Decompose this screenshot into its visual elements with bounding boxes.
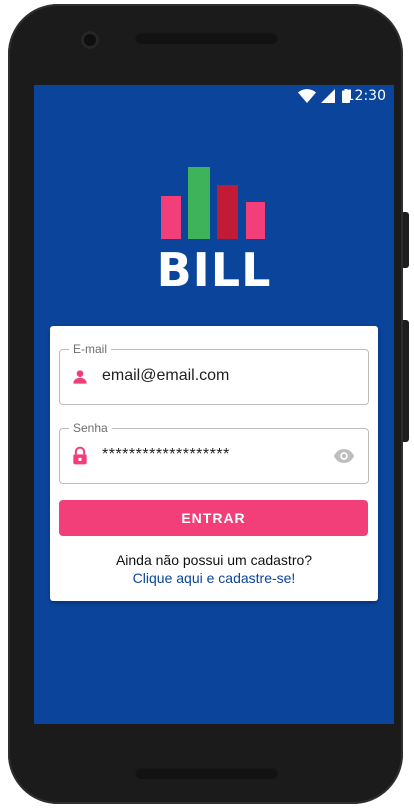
password-input[interactable] <box>102 443 322 467</box>
signup-prompt: Ainda não possui um cadastro? <box>115 552 313 568</box>
front-camera <box>84 34 96 46</box>
bottom-speaker <box>135 767 278 779</box>
email-input[interactable] <box>102 364 322 388</box>
power-button <box>403 212 409 268</box>
logo-bar <box>161 196 181 239</box>
submit-button[interactable]: ENTRAR <box>59 500 368 536</box>
email-label: E-mail <box>69 342 112 356</box>
password-field[interactable]: Senha <box>59 421 369 484</box>
login-card: E-mail Senha <box>50 326 378 601</box>
lock-icon <box>73 446 87 465</box>
person-icon <box>73 370 87 384</box>
cellular-signal-icon <box>321 89 335 103</box>
app-name: BILL <box>156 243 272 297</box>
top-speaker <box>135 32 278 44</box>
logo-bar <box>188 167 210 239</box>
app-screen: 12:30 BILL E-mail Senha <box>34 85 394 724</box>
volume-button <box>403 320 409 442</box>
logo-bar <box>246 202 265 239</box>
status-bar: 12:30 <box>34 85 394 107</box>
phone-frame: 12:30 BILL E-mail Senha <box>8 4 403 804</box>
password-label: Senha <box>69 421 112 435</box>
signup-link[interactable]: Clique aqui e cadastre-se! <box>50 570 378 586</box>
wifi-icon <box>298 89 316 103</box>
email-field[interactable]: E-mail <box>59 342 369 405</box>
eye-icon[interactable] <box>332 445 356 467</box>
status-time: 12:30 <box>345 88 386 104</box>
logo-bar <box>217 185 238 239</box>
app-logo <box>34 167 394 239</box>
